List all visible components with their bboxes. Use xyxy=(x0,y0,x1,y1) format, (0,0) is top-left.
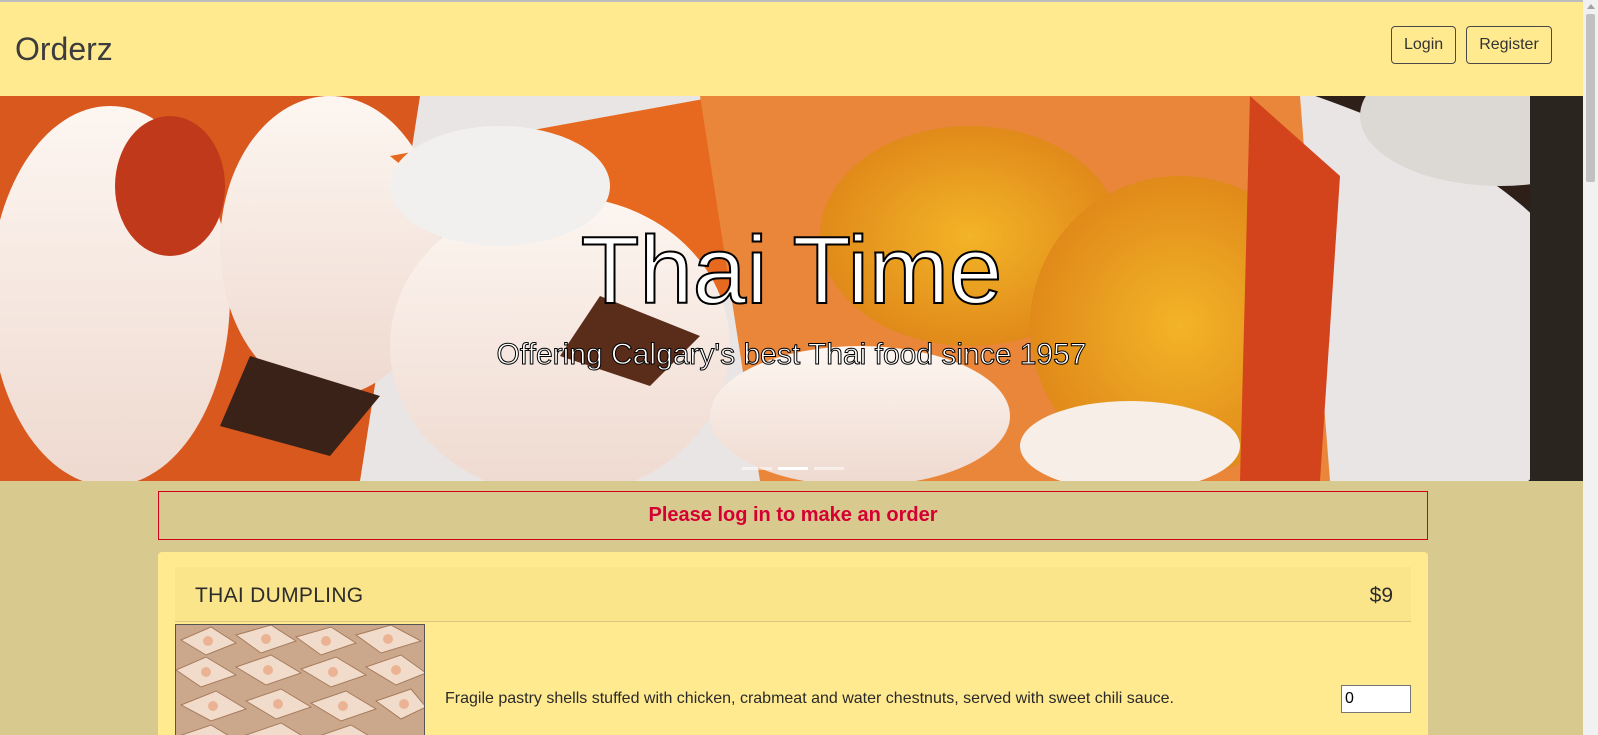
menu-item-card: THAI DUMPLING $9 Fragile pastry shells s… xyxy=(158,552,1428,735)
hero-carousel[interactable]: Thai Time Offering Calgary's best Thai f… xyxy=(0,96,1583,481)
scrollbar[interactable] xyxy=(1583,0,1598,735)
navbar: Orderz Login Register xyxy=(0,2,1583,96)
menu-item-price: $9 xyxy=(1369,584,1393,607)
carousel-indicator-2[interactable] xyxy=(778,467,808,470)
menu-item-image xyxy=(175,624,425,735)
page: Orderz Login Register Thai Time Offering… xyxy=(0,0,1583,735)
carousel-indicator-3[interactable] xyxy=(814,467,844,470)
scroll-up-arrow-icon[interactable] xyxy=(1587,4,1595,9)
login-alert: Please log in to make an order xyxy=(158,491,1428,540)
menu-item-description: Fragile pastry shells stuffed with chick… xyxy=(445,690,1174,707)
register-button[interactable]: Register xyxy=(1466,26,1552,64)
scrollbar-thumb[interactable] xyxy=(1586,14,1595,182)
hero-subtitle: Offering Calgary's best Thai food since … xyxy=(496,338,1087,372)
carousel-indicators xyxy=(742,467,844,471)
quantity-input[interactable] xyxy=(1341,685,1411,713)
brand-logo[interactable]: Orderz xyxy=(15,31,113,67)
login-button[interactable]: Login xyxy=(1391,26,1456,64)
hero-title: Thai Time xyxy=(580,217,1003,324)
menu-item-name: THAI DUMPLING xyxy=(195,584,364,607)
menu-item-header: THAI DUMPLING $9 xyxy=(175,567,1411,622)
carousel-indicator-1[interactable] xyxy=(742,467,772,470)
